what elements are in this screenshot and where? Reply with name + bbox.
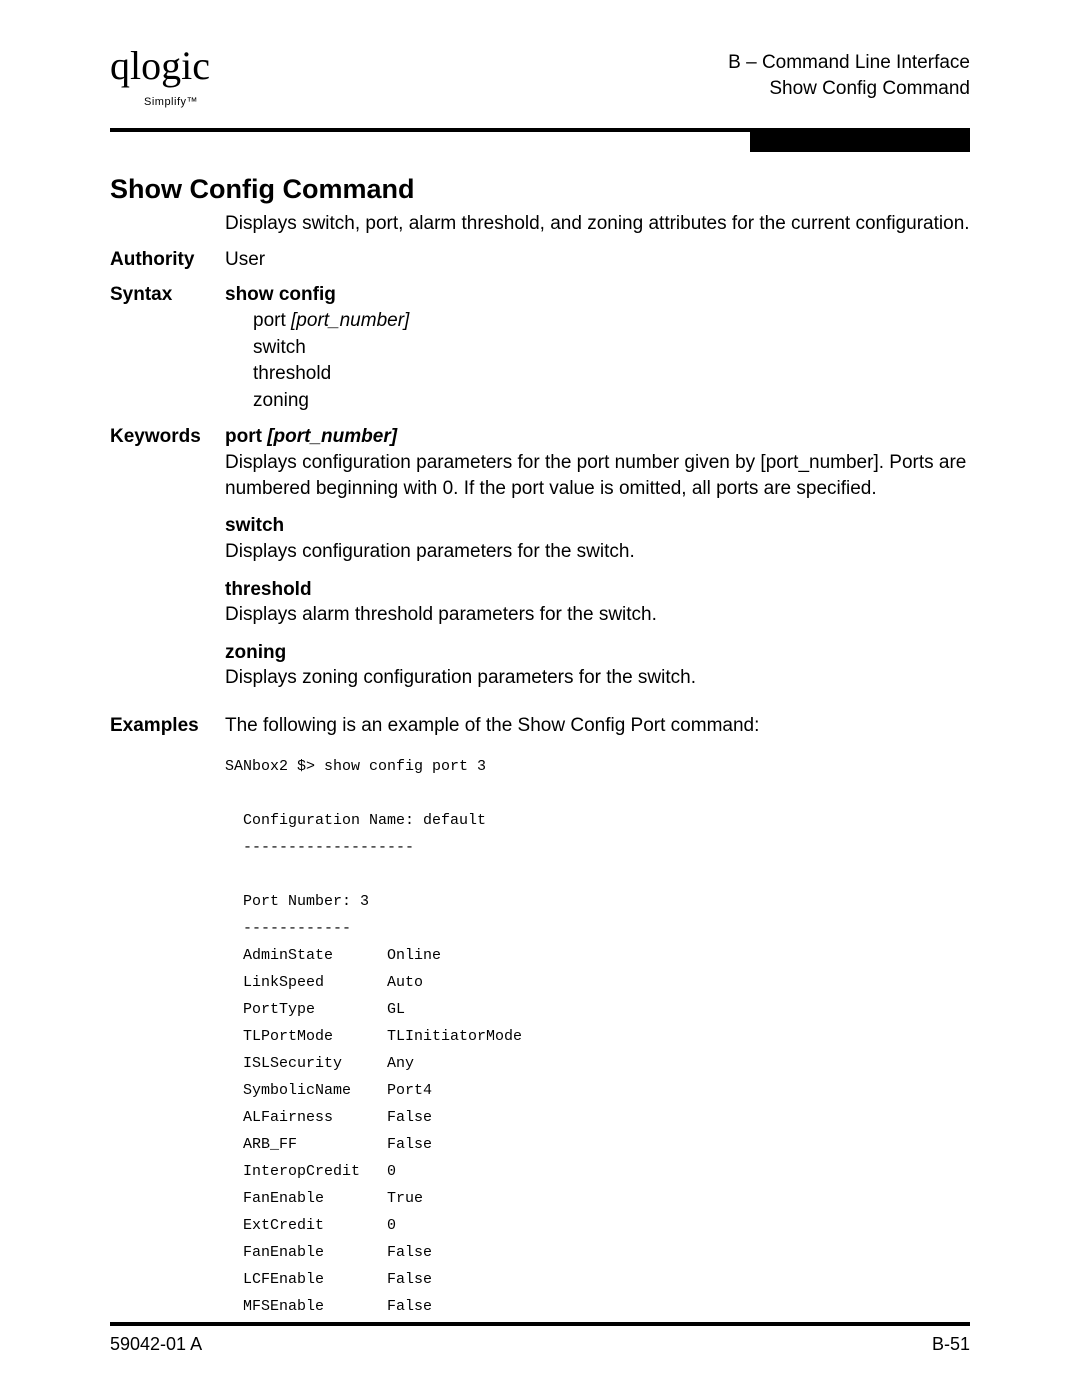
syntax-args: port [port_number] switch threshold zoni…	[225, 308, 970, 414]
keywords-body: port [port_number] Displays configuratio…	[225, 424, 970, 703]
keywords-label: Keywords	[110, 424, 225, 703]
syntax-arg-zoning: zoning	[253, 388, 970, 415]
brand-tagline: Simplify™	[144, 96, 198, 108]
footer-page-number: B-51	[932, 1334, 970, 1355]
header-right: B – Command Line Interface Show Config C…	[728, 50, 970, 101]
examples-body: The following is an example of the Show …	[225, 713, 970, 1320]
keyword-port: port [port_number] Displays configuratio…	[225, 424, 970, 501]
intro-text: Displays switch, port, alarm threshold, …	[225, 211, 970, 237]
keyword-switch-title: switch	[225, 513, 970, 539]
keyword-port-desc: Displays configuration parameters for th…	[225, 450, 970, 501]
authority-row: Authority User	[110, 247, 970, 273]
examples-intro: The following is an example of the Show …	[225, 713, 970, 739]
intro-row: Displays switch, port, alarm threshold, …	[110, 211, 970, 237]
example-output: SANbox2 $> show config port 3 Configurat…	[225, 753, 970, 1320]
syntax-row: Syntax show config port [port_number] sw…	[110, 282, 970, 414]
keyword-threshold-desc: Displays alarm threshold parameters for …	[225, 602, 970, 628]
page-footer: 59042-01 A B-51	[110, 1322, 970, 1355]
keyword-threshold: threshold Displays alarm threshold param…	[225, 577, 970, 628]
keyword-switch-desc: Displays configuration parameters for th…	[225, 539, 970, 565]
keyword-switch: switch Displays configuration parameters…	[225, 513, 970, 564]
header-subsection: Show Config Command	[728, 76, 970, 102]
keywords-row: Keywords port [port_number] Displays con…	[110, 424, 970, 703]
authority-label: Authority	[110, 247, 225, 273]
bottom-rule	[110, 1322, 970, 1326]
syntax-cmd: show config	[225, 282, 970, 308]
label-col-empty	[110, 211, 225, 237]
keyword-port-title-prefix: port	[225, 426, 267, 447]
syntax-arg-threshold: threshold	[253, 361, 970, 388]
keyword-port-title: port [port_number]	[225, 424, 970, 450]
footer-doc-id: 59042-01 A	[110, 1334, 202, 1355]
section-tab	[750, 132, 970, 152]
page-header: qlogic Simplify™ B – Command Line Interf…	[110, 50, 970, 114]
keyword-threshold-title: threshold	[225, 577, 970, 603]
keyword-zoning-title: zoning	[225, 640, 970, 666]
syntax-label: Syntax	[110, 282, 225, 414]
page: qlogic Simplify™ B – Command Line Interf…	[0, 0, 1080, 1397]
syntax-arg-switch: switch	[253, 335, 970, 362]
header-section: B – Command Line Interface	[728, 50, 970, 76]
examples-label: Examples	[110, 713, 225, 1320]
examples-row: Examples The following is an example of …	[110, 713, 970, 1320]
content: Show Config Command Displays switch, por…	[110, 132, 970, 1320]
keyword-zoning: zoning Displays zoning configuration par…	[225, 640, 970, 691]
page-title: Show Config Command	[110, 174, 970, 205]
syntax-body: show config port [port_number] switch th…	[225, 282, 970, 414]
keyword-zoning-desc: Displays zoning configuration parameters…	[225, 665, 970, 691]
authority-value: User	[225, 247, 970, 273]
syntax-arg-port-prefix: port	[253, 310, 291, 331]
footer-row: 59042-01 A B-51	[110, 1334, 970, 1355]
syntax-arg-port: port [port_number]	[253, 308, 970, 335]
brand-name: qlogic	[110, 43, 210, 88]
syntax-arg-port-param: [port_number]	[291, 310, 409, 331]
keyword-port-title-param: [port_number]	[267, 426, 397, 447]
brand-logo: qlogic Simplify™	[110, 50, 210, 114]
